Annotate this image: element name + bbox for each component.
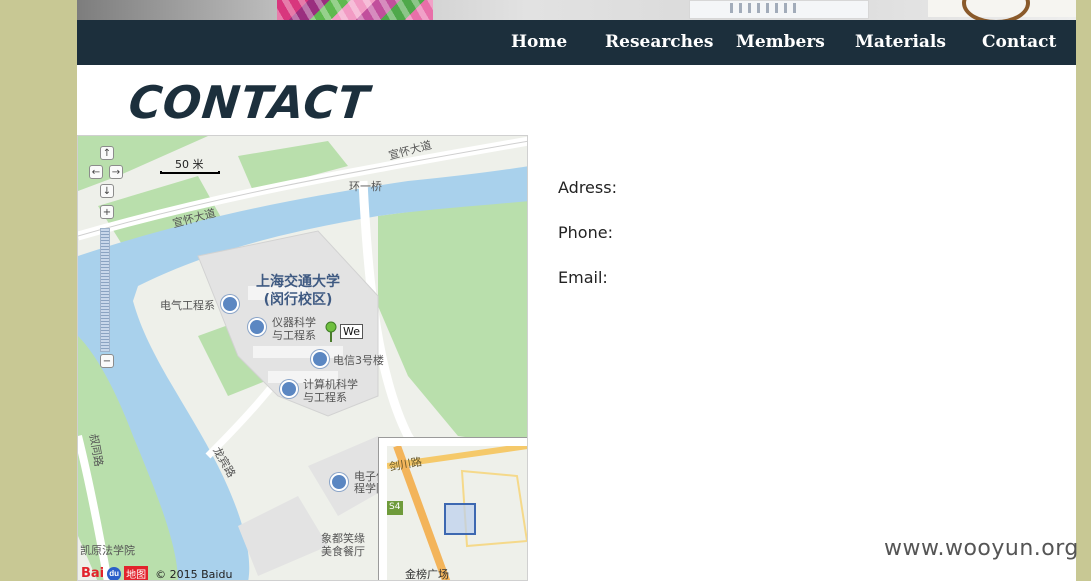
baidu-logo[interactable]: Bai du 地图 © 2015 Baidu [81,563,233,581]
place-label: 电气工程系 [160,299,215,312]
nav-researches[interactable]: Researches [605,20,713,65]
contact-info: Adress: Phone: Email: [558,178,617,313]
school-icon[interactable] [311,350,329,368]
place-label: 与工程系 [303,391,347,404]
zoom-in-button[interactable]: + [100,205,114,219]
map-copyright: © 2015 Baidu [155,568,233,581]
email-label: Email: [558,268,608,287]
baidu-logo-text: Bai [81,566,105,581]
watermark: www.wooyun.org [884,536,1079,561]
pan-up-button[interactable]: ↑ [100,146,114,160]
overview-road-badge: S4 [389,502,401,512]
banner-lab-image [689,0,869,19]
page-title: CONTACT [126,76,373,129]
address-label: Adress: [558,178,617,197]
baidu-paw-icon: du [107,567,122,580]
pan-left-button[interactable]: ← [89,165,103,179]
header-banner [77,0,1076,20]
place-label: 与工程系 [272,329,316,342]
campus-name: 上海交通大学 [256,274,340,290]
nav-materials[interactable]: Materials [855,20,946,65]
zoom-slider[interactable] [100,228,110,352]
school-icon[interactable] [248,318,266,336]
place-label: 美食餐厅 [321,545,365,558]
overview-viewport[interactable] [444,503,476,535]
map-overview[interactable]: S4 剑川路 金榜广场 [378,437,527,581]
banner-logo-image [928,0,1076,20]
main-nav: Home Researches Members Materials Contac… [77,20,1076,65]
marker-label[interactable]: We [340,324,363,339]
school-icon[interactable] [221,295,239,313]
banner-mosaic-image [277,0,433,20]
nav-home[interactable]: Home [511,20,567,65]
baidu-map[interactable]: ↑ ← → ↓ + − 50 米 宣怀大道 宣怀大道 环一桥 龙宾路 叔同路 上… [77,135,528,581]
map-scale-label: 50 米 [175,158,204,171]
place-label: 电信3号楼 [333,354,384,367]
location-pin-icon[interactable] [325,321,337,333]
nav-contact[interactable]: Contact [982,20,1056,65]
baidu-map-text: 地图 [124,566,149,580]
pan-right-button[interactable]: → [109,165,123,179]
school-icon[interactable] [280,380,298,398]
school-icon[interactable] [330,473,348,491]
phone-label: Phone: [558,223,613,242]
overview-map[interactable]: S4 剑川路 金榜广场 [387,446,527,581]
map-scale-bar [160,171,220,174]
nav-members[interactable]: Members [736,20,825,65]
bridge-label: 环一桥 [349,180,382,193]
pan-down-button[interactable]: ↓ [100,184,114,198]
page-container: Home Researches Members Materials Contac… [77,0,1076,581]
overview-place-label: 金榜广场 [405,568,449,581]
campus-subname: (闵行校区) [263,292,333,308]
place-label: 凯原法学院 [80,544,135,557]
zoom-out-button[interactable]: − [100,354,114,368]
campus-label: 上海交通大学 (闵行校区) [256,273,340,309]
building [253,346,343,358]
